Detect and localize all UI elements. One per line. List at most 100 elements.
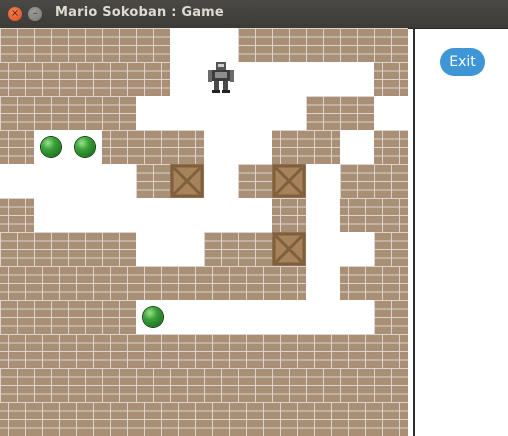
wall-tile [68, 368, 102, 402]
wall-tile [204, 402, 238, 436]
wall-tile [102, 402, 136, 436]
wall-tile [68, 62, 102, 96]
wall-tile [238, 334, 272, 368]
wall-tile [102, 232, 136, 266]
goal-marker-icon [41, 137, 61, 157]
wall-tile [68, 232, 102, 266]
wall-tile [0, 130, 34, 164]
wall-tile [136, 164, 170, 198]
wall-tile [102, 62, 136, 96]
wall-tile [306, 130, 340, 164]
wall-tile [136, 368, 170, 402]
wall-tile [238, 266, 272, 300]
wall-tile [340, 334, 374, 368]
game-board [0, 28, 408, 436]
wall-tile [68, 402, 102, 436]
wall-tile [68, 334, 102, 368]
goal-marker-icon [75, 137, 95, 157]
wall-tile [306, 402, 340, 436]
wall-tile [374, 28, 408, 62]
wall-tile [238, 232, 272, 266]
wall-tile [102, 266, 136, 300]
wall-tile [272, 198, 306, 232]
wall-tile [272, 368, 306, 402]
wall-tile [306, 368, 340, 402]
wall-tile [340, 402, 374, 436]
wall-tile [238, 164, 272, 198]
wall-tile [102, 28, 136, 62]
wall-tile [34, 334, 68, 368]
wall-tile [374, 402, 408, 436]
exit-button[interactable]: Exit [440, 48, 485, 76]
wall-tile [306, 28, 340, 62]
wall-tile [204, 334, 238, 368]
wall-tile [204, 266, 238, 300]
wall-tile [170, 334, 204, 368]
player-tile [204, 62, 238, 96]
wall-tile [306, 96, 340, 130]
wall-tile [340, 28, 374, 62]
wall-tile [102, 130, 136, 164]
wall-tile [306, 334, 340, 368]
wall-tile [170, 368, 204, 402]
wall-tile [272, 334, 306, 368]
wall-tile [0, 368, 34, 402]
wall-tile [0, 300, 34, 334]
close-window-button[interactable]: × [8, 7, 22, 21]
player-robot-icon [206, 61, 236, 97]
wall-tile [272, 28, 306, 62]
wall-tile [0, 266, 34, 300]
wall-tile [374, 130, 408, 164]
wall-tile [272, 130, 306, 164]
wall-tile [0, 28, 34, 62]
window-title: Mario Sokoban : Game [55, 5, 224, 20]
goal-marker-icon [143, 307, 163, 327]
wall-tile [340, 164, 374, 198]
goal-tile [68, 130, 102, 164]
wall-tile [374, 334, 408, 368]
wall-tile [34, 266, 68, 300]
wall-tile [0, 334, 34, 368]
goal-tile [34, 130, 68, 164]
crate-tile [170, 164, 204, 198]
wall-tile [34, 62, 68, 96]
wall-tile [204, 368, 238, 402]
wall-tile [102, 96, 136, 130]
wall-tile [170, 130, 204, 164]
panel-divider [413, 28, 415, 436]
wall-tile [170, 266, 204, 300]
wall-tile [340, 266, 374, 300]
wall-tile [0, 198, 34, 232]
wall-tile [374, 62, 408, 96]
goal-tile [136, 300, 170, 334]
wall-tile [136, 130, 170, 164]
title-bar: × – Mario Sokoban : Game [0, 0, 508, 29]
wall-tile [34, 300, 68, 334]
wall-tile [68, 300, 102, 334]
crate-tile [272, 164, 306, 198]
wall-tile [102, 368, 136, 402]
wall-tile [34, 402, 68, 436]
wall-tile [68, 266, 102, 300]
wall-tile [238, 28, 272, 62]
game-window: × – Mario Sokoban : Game Exit [0, 0, 508, 436]
wall-tile [34, 28, 68, 62]
wall-tile [272, 402, 306, 436]
wall-tile [136, 62, 170, 96]
wall-tile [136, 28, 170, 62]
crate-tile [272, 232, 306, 266]
wall-tile [0, 232, 34, 266]
wall-tile [204, 232, 238, 266]
wall-tile [136, 402, 170, 436]
wall-tile [102, 334, 136, 368]
wall-tile [374, 368, 408, 402]
wall-tile [340, 96, 374, 130]
minimize-window-button[interactable]: – [28, 7, 42, 21]
wall-tile [272, 266, 306, 300]
wall-tile [0, 62, 34, 96]
wall-tile [170, 402, 204, 436]
wall-tile [68, 28, 102, 62]
wall-tile [136, 334, 170, 368]
wall-tile [34, 96, 68, 130]
wall-tile [238, 368, 272, 402]
